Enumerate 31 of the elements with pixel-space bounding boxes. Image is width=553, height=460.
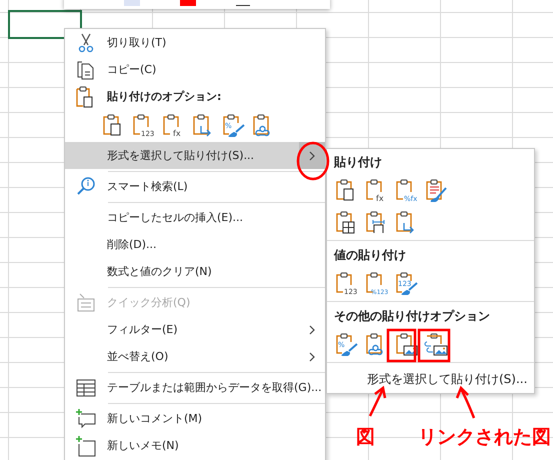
menu-item[interactable]: 形式を選択して貼り付け(S)...	[65, 142, 325, 169]
new-note-icon	[74, 434, 98, 458]
menu-section-header: 貼り付けのオプション:	[107, 89, 222, 104]
linked-picture-icon[interactable]	[424, 332, 448, 356]
new-comment-icon	[74, 406, 98, 430]
annotation-arrow	[456, 386, 476, 418]
annotation-label: 図	[356, 425, 375, 449]
paste-formatting-icon[interactable]	[424, 178, 448, 202]
menu-item[interactable]: 削除(D)...	[65, 231, 325, 258]
menu-section-header: その他の貼り付けオプション	[333, 308, 491, 324]
menu-item[interactable]: 新しいメモ(N)	[65, 432, 325, 459]
menu-item[interactable]: 切り取り(T)	[65, 29, 325, 56]
fill-color-icon[interactable]	[124, 0, 140, 6]
annotation-arrow	[368, 386, 386, 417]
menu-item[interactable]: コピーしたセルの挿入(E)...	[65, 204, 325, 231]
menu-section-header: 値の貼り付け	[332, 246, 407, 264]
menu-item[interactable]: 数式と値のクリア(N)	[65, 258, 325, 285]
highlight-circle	[296, 142, 330, 180]
menu-item[interactable]: 並べ替え(O)	[65, 343, 325, 370]
highlight-rectangle	[386, 328, 416, 362]
menu-item[interactable]: 形式を選択して貼り付け(S)...	[327, 365, 534, 393]
menu-item[interactable]: コピー(C)	[65, 56, 325, 83]
menu-item[interactable]: テーブルまたは範囲からデータを取得(G)...	[65, 374, 325, 401]
menu-item[interactable]: フィルター(E)	[65, 316, 325, 343]
menu-item[interactable]: スマート検索(L)	[65, 173, 325, 200]
font-color-icon[interactable]	[180, 0, 196, 6]
paste-picture-icon[interactable]	[394, 332, 418, 356]
menu-section-header: 貼り付け	[332, 154, 383, 170]
highlight-rectangle	[418, 328, 450, 362]
menu-item[interactable]: 新しいコメント(M)	[65, 405, 325, 432]
annotation-label: リンクされた図	[418, 425, 551, 449]
